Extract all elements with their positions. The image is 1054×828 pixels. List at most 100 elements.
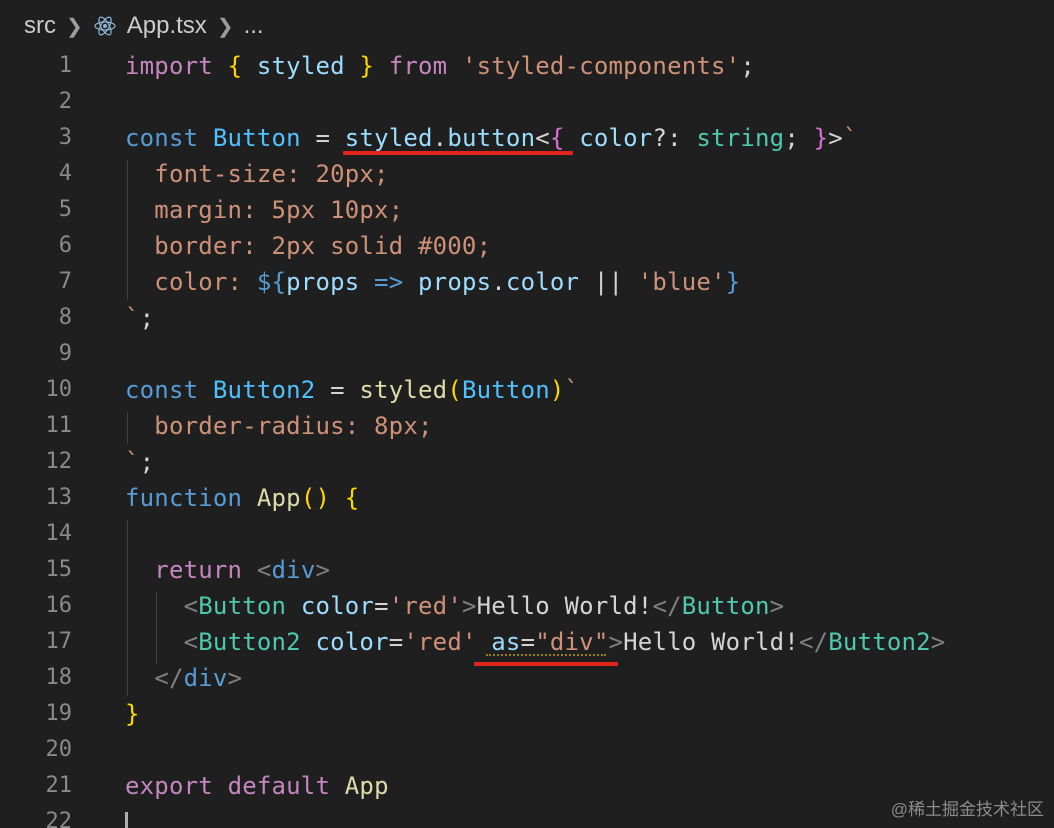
chevron-right-icon: ❯: [216, 15, 234, 38]
code-text: }: [125, 696, 140, 732]
code-token: from: [374, 52, 462, 80]
code-token: margin: 5px 10px;: [125, 196, 404, 224]
line-number: 21: [45, 773, 73, 798]
line-number: 9: [58, 341, 72, 366]
code-token: `: [842, 124, 858, 152]
code-token: Hello World!: [623, 628, 799, 656]
code-token: function: [125, 484, 243, 512]
line-number: 17: [45, 629, 73, 654]
code-line[interactable]: 20: [0, 732, 1054, 768]
code-token: ;: [139, 304, 155, 332]
code-text: `;: [125, 444, 154, 480]
code-token: Button: [198, 592, 287, 620]
line-number: 11: [45, 413, 73, 438]
breadcrumb-more[interactable]: ...: [244, 12, 264, 40]
code-token: (): [300, 484, 331, 512]
code-token: props: [286, 268, 360, 296]
code-line[interactable]: 4 font-size: 20px;: [0, 156, 1054, 192]
code-token: border-radius: 8px;: [125, 412, 433, 440]
code-token: </: [798, 628, 829, 656]
code-token: Button: [461, 376, 550, 404]
code-line[interactable]: 6 border: 2px solid #000;: [0, 228, 1054, 264]
code-token: ${: [256, 268, 287, 296]
code-token: >: [608, 628, 624, 656]
code-text: color: ${props => props.color || 'blue'}: [125, 264, 740, 300]
code-line[interactable]: 2: [0, 84, 1054, 120]
code-token: =: [315, 376, 360, 404]
code-line[interactable]: 8 `;: [0, 300, 1054, 336]
code-token: default: [227, 772, 331, 800]
code-token: const: [125, 376, 199, 404]
code-token: Button2: [828, 628, 931, 656]
code-token: `: [125, 304, 140, 332]
code-token: styled: [242, 52, 360, 80]
code-token: <: [535, 124, 550, 152]
code-text: function App() {: [125, 480, 359, 516]
code-editor[interactable]: 1 import { styled } from 'styled-componen…: [0, 48, 1054, 828]
line-number: 1: [58, 53, 72, 78]
code-token: 'red': [403, 628, 477, 656]
line-number: 14: [45, 521, 73, 546]
code-token: 'blue': [637, 268, 726, 296]
code-line[interactable]: 7 color: ${props => props.color || 'blue…: [0, 264, 1054, 300]
code-token: .: [432, 124, 448, 152]
breadcrumb-file[interactable]: App.tsx: [127, 12, 207, 40]
watermark: @稀土掘金技术社区: [890, 800, 1044, 819]
code-token: Button: [681, 592, 770, 620]
code-token: button: [447, 124, 536, 152]
line-number: 15: [45, 557, 73, 582]
code-text: return <div>: [125, 552, 330, 588]
line-number: 18: [45, 665, 73, 690]
code-text: </div>: [125, 660, 242, 696]
line-number: 4: [58, 161, 72, 186]
code-token: </: [154, 664, 184, 692]
code-token: }: [125, 700, 140, 728]
code-text: export default App: [125, 768, 389, 804]
code-line[interactable]: 13 function App() {: [0, 480, 1054, 516]
code-token: (: [447, 376, 462, 404]
line-number: 2: [58, 89, 72, 114]
code-token: export: [125, 772, 213, 800]
code-token: =: [388, 628, 404, 656]
code-line[interactable]: 10 const Button2 = styled(Button)`: [0, 372, 1054, 408]
code-line[interactable]: 15 return <div>: [0, 552, 1054, 588]
code-line[interactable]: 5 margin: 5px 10px;: [0, 192, 1054, 228]
code-line[interactable]: 14: [0, 516, 1054, 552]
code-token: 'red': [388, 592, 462, 620]
code-token: import: [125, 52, 213, 80]
code-line[interactable]: 1 import { styled } from 'styled-componen…: [0, 48, 1054, 84]
line-number: 16: [45, 593, 73, 618]
code-line[interactable]: 16 <Button color='red'>Hello World!</But…: [0, 588, 1054, 624]
line-number: 7: [58, 269, 72, 294]
annotation-underline: [343, 151, 573, 155]
react-icon: [94, 16, 116, 36]
code-token: {: [344, 484, 360, 512]
code-token: =: [300, 124, 345, 152]
breadcrumb-folder[interactable]: src: [24, 12, 56, 40]
code-token: <: [183, 592, 199, 620]
code-line[interactable]: 9: [0, 336, 1054, 372]
code-token: color:: [125, 268, 257, 296]
code-token: <: [183, 628, 199, 656]
code-token: ;: [784, 124, 814, 152]
code-token: styled: [359, 376, 448, 404]
code-token: =: [374, 592, 389, 620]
code-line[interactable]: 19}: [0, 696, 1054, 732]
code-token: {: [227, 52, 243, 80]
code-text: margin: 5px 10px;: [125, 192, 403, 228]
code-token: >: [930, 628, 946, 656]
code-text: border: 2px solid #000;: [125, 228, 491, 264]
code-text: import { styled } from 'styled-component…: [125, 48, 755, 84]
code-token: ;: [139, 448, 155, 476]
code-line[interactable]: 12 `;: [0, 444, 1054, 480]
code-line[interactable]: 11 border-radius: 8px;: [0, 408, 1054, 444]
